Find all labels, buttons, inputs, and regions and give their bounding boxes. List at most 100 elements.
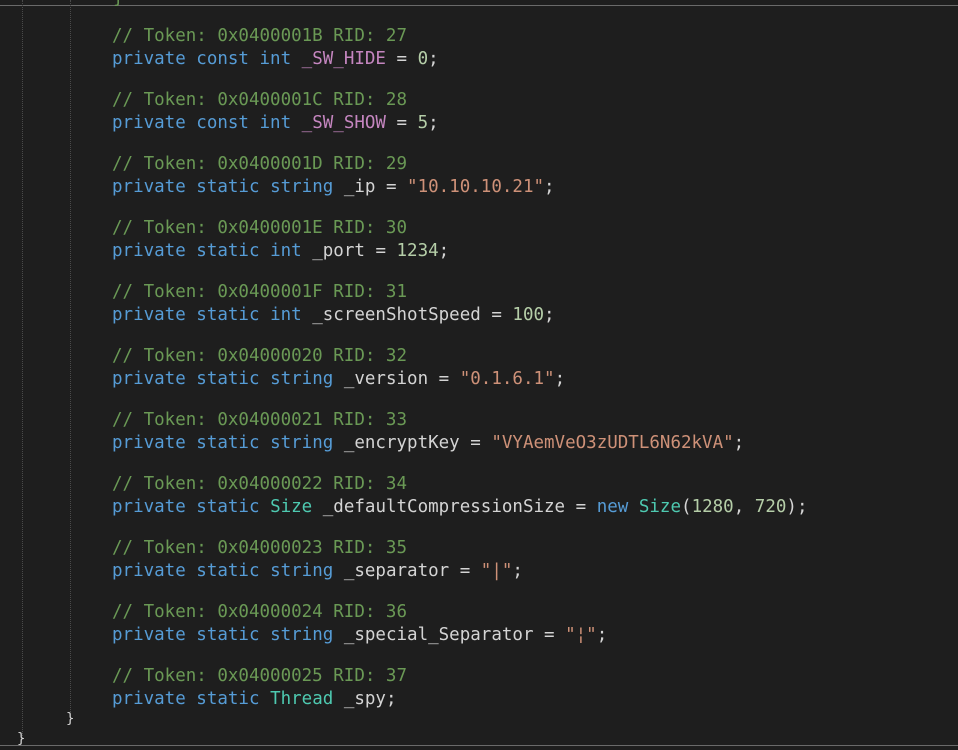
token-comment: // Token: 0x04000024 RID: 36 [112, 602, 408, 622]
field-type: string [270, 177, 334, 197]
token-comment-line: // Token: 0x04000021 RID: 33 [112, 409, 407, 431]
token-comment: // Token: 0x0400001D RID: 29 [112, 154, 408, 174]
field-type: string [270, 433, 334, 453]
statement-terminator: ; [428, 113, 439, 133]
field-value: 1234 [396, 241, 439, 261]
statement-terminator: ; [596, 625, 608, 645]
field-name: _separator [343, 561, 450, 581]
assign-operator: = [375, 177, 408, 197]
args-close: ) [786, 497, 797, 517]
assign-operator: = [385, 49, 418, 69]
modifiers: private static [112, 369, 260, 389]
assign-operator: = [449, 561, 481, 581]
field-name: _port [312, 241, 365, 261]
token-comment-line: // Token: 0x04000022 RID: 34 [112, 473, 407, 495]
token-comment: // Token: 0x0400001C RID: 28 [112, 90, 408, 110]
args-separator: , [733, 497, 755, 517]
modifiers: private const [112, 49, 249, 69]
token-comment-line: // Token: 0x04000025 RID: 37 [112, 665, 407, 687]
modifiers: private static [112, 177, 260, 197]
modifiers: private static [112, 561, 260, 581]
statement-terminator: ; [554, 369, 566, 389]
field-type: int [259, 113, 292, 133]
field-name: _encryptKey [343, 433, 460, 453]
field-declaration-line: private static int _screenShotSpeed = 10… [112, 304, 555, 326]
field-declaration-line: private static Thread _spy; [112, 688, 397, 710]
statement-terminator: ; [385, 689, 397, 709]
modifiers: private static [112, 305, 260, 325]
field-value: "VYAemVeO3zUDTL6N62kVA" [491, 433, 734, 453]
field-name: _version [343, 369, 429, 389]
assign-operator: = [533, 625, 566, 645]
ctor-arg-height: 720 [754, 497, 787, 517]
new-keyword: new [596, 497, 629, 517]
field-value: 100 [512, 305, 545, 325]
field-name: _spy [343, 689, 386, 709]
code-editor[interactable]: } // Token: 0x0400001B RID: 27private co… [0, 0, 958, 750]
field-type: string [270, 369, 334, 389]
field-value: "10.10.10.21" [407, 177, 545, 197]
assign-operator: = [565, 497, 597, 517]
token-comment-line: // Token: 0x0400001F RID: 31 [112, 281, 407, 303]
indent-guide-outer [22, 0, 23, 738]
indent-guide-inner [70, 0, 71, 712]
field-declaration-line: private static string _ip = "10.10.10.21… [112, 176, 555, 198]
statement-terminator: ; [544, 305, 555, 325]
token-comment: // Token: 0x04000021 RID: 33 [112, 410, 408, 430]
field-declaration-line: private static string _special_Separator… [112, 624, 607, 646]
field-value: "¦" [565, 625, 597, 645]
modifiers: private static [112, 689, 260, 709]
field-type: int [259, 49, 292, 69]
statement-terminator: ; [428, 49, 439, 69]
field-declaration-line: private static Size _defaultCompressionS… [112, 496, 808, 518]
field-type: string [270, 625, 334, 645]
ctor-arg-width: 1280 [691, 497, 734, 517]
field-name: _special_Separator [343, 625, 534, 645]
field-value: 0 [417, 49, 429, 69]
field-declaration-line: private const int _SW_HIDE = 0; [112, 48, 439, 70]
token-comment-line: // Token: 0x0400001E RID: 30 [112, 217, 407, 239]
editor-top-border [0, 5, 958, 6]
assign-operator: = [385, 113, 418, 133]
token-comment: // Token: 0x04000025 RID: 37 [112, 666, 408, 686]
modifiers: private const [112, 113, 249, 133]
ctor-type: Size [638, 497, 682, 517]
field-value: "|" [480, 561, 513, 581]
field-type: Thread [270, 689, 334, 709]
token-comment-line: // Token: 0x0400001C RID: 28 [112, 89, 407, 111]
token-comment-line: // Token: 0x04000023 RID: 35 [112, 537, 407, 559]
assign-operator: = [459, 433, 492, 453]
field-type: string [270, 561, 334, 581]
token-comment: // Token: 0x04000022 RID: 34 [112, 474, 408, 494]
field-value: "0.1.6.1" [459, 369, 555, 389]
statement-terminator: ; [512, 561, 523, 581]
statement-terminator: ; [438, 241, 450, 261]
statement-terminator: ; [796, 497, 808, 517]
editor-bottom-border [0, 745, 958, 746]
field-name: _screenShotSpeed [312, 305, 481, 325]
field-declaration-line: private static string _encryptKey = "VYA… [112, 432, 744, 454]
field-type: int [270, 305, 302, 325]
statement-terminator: ; [733, 433, 745, 453]
field-name: _SW_HIDE [301, 49, 386, 69]
field-declaration-line: private const int _SW_SHOW = 5; [112, 112, 439, 134]
modifiers: private static [112, 497, 260, 517]
field-declaration-line: private static string _separator = "|"; [112, 560, 523, 582]
token-comment: // Token: 0x04000023 RID: 35 [112, 538, 408, 558]
field-declaration-line: private static int _port = 1234; [112, 240, 449, 262]
modifiers: private static [112, 433, 260, 453]
field-name: _ip [343, 177, 376, 197]
token-comment: // Token: 0x0400001B RID: 27 [112, 26, 408, 46]
token-comment: // Token: 0x0400001F RID: 31 [112, 282, 408, 302]
modifiers: private static [112, 625, 260, 645]
field-value: 5 [417, 113, 429, 133]
assign-operator: = [364, 241, 397, 261]
assign-operator: = [480, 305, 513, 325]
args-open: ( [681, 497, 692, 517]
class-closing-brace: } [66, 711, 75, 727]
assign-operator: = [428, 369, 460, 389]
clipped-closing-brace: } [113, 0, 124, 7]
field-type: Size [270, 497, 313, 517]
modifiers: private static [112, 241, 260, 261]
token-comment-line: // Token: 0x0400001B RID: 27 [112, 25, 407, 47]
